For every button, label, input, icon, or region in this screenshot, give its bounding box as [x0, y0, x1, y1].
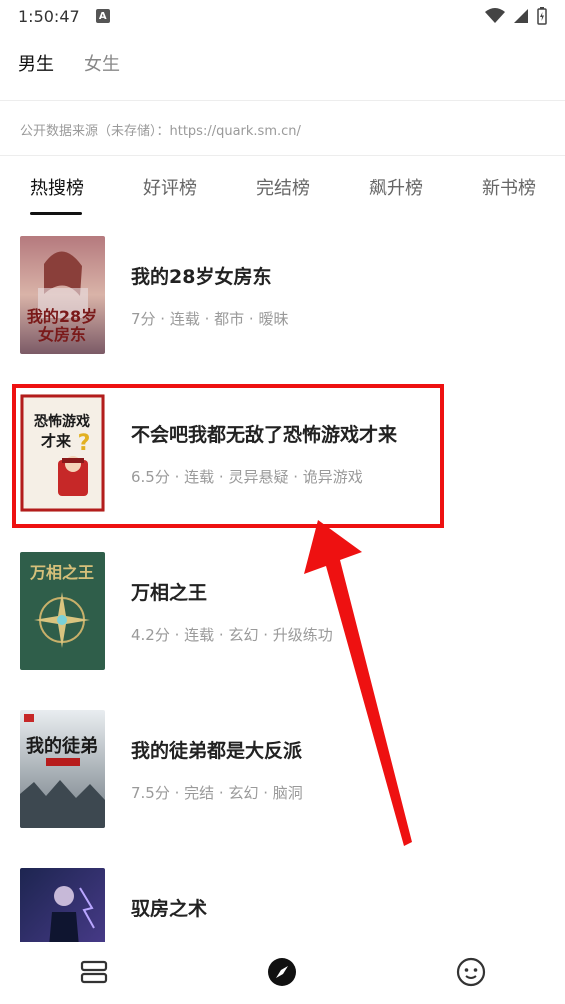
book-meta: 4.2分 · 连载 · 玄幻 · 升级练功: [131, 626, 333, 644]
tab-rising[interactable]: 飙升榜: [369, 174, 423, 200]
book-cover[interactable]: 我的徒弟: [20, 710, 105, 828]
wifi-icon: [485, 8, 505, 23]
book-item[interactable]: 我的徒弟 我的徒弟都是大反派 7.5分 · 完结 · 玄幻 · 脑洞: [0, 694, 565, 844]
book-item[interactable]: 我的28岁 女房东 我的28岁女房东 7分 · 连载 · 都市 · 暧昧: [0, 220, 565, 370]
book-cover[interactable]: 万相之王: [20, 552, 105, 670]
gender-tabs: 男生 女生: [18, 50, 120, 76]
book-cover[interactable]: 我的28岁 女房东: [20, 236, 105, 354]
highlight-box: [12, 384, 444, 528]
tab-top-rated[interactable]: 好评榜: [143, 174, 197, 200]
battery-icon: [537, 7, 547, 25]
active-tab-indicator: [30, 212, 82, 215]
compass-icon[interactable]: [266, 956, 298, 988]
book-title: 驭房之术: [131, 898, 208, 920]
tab-hot-search[interactable]: 热搜榜: [30, 174, 84, 200]
book-meta: 7分 · 连载 · 都市 · 暧昧: [131, 310, 289, 328]
book-meta: 7.5分 · 完结 · 玄幻 · 脑洞: [131, 784, 303, 802]
notification-a-icon: A: [95, 9, 110, 23]
tab-completed[interactable]: 完结榜: [256, 174, 310, 200]
source-note: 公开数据来源（未存储）：https://quark.sm.cn/: [20, 124, 301, 139]
book-title: 万相之王: [131, 582, 208, 604]
book-title: 我的徒弟都是大反派: [131, 740, 303, 762]
tab-male[interactable]: 男生: [18, 50, 54, 76]
status-time: 1:50:47: [18, 6, 80, 26]
book-item[interactable]: 万相之王 万相之王 4.2分 · 连载 · 玄幻 · 升级练功: [0, 536, 565, 686]
signal-icon: [514, 9, 528, 23]
svg-text:女房东: 女房东: [38, 325, 86, 344]
divider: [0, 100, 565, 101]
book-title: 我的28岁女房东: [131, 266, 272, 288]
ranking-tabs: 热搜榜 好评榜 完结榜 飙升榜 新书榜: [0, 170, 565, 216]
bottom-navigation: [0, 942, 565, 1004]
svg-text:我的28岁: 我的28岁: [27, 307, 97, 326]
divider: [0, 155, 565, 156]
status-bar: 1:50:47 A: [0, 0, 565, 32]
bookshelf-icon[interactable]: [78, 956, 110, 988]
tab-female[interactable]: 女生: [84, 50, 120, 76]
tab-new-books[interactable]: 新书榜: [482, 174, 536, 200]
svg-text:我的徒弟: 我的徒弟: [26, 735, 98, 757]
svg-text:万相之王: 万相之王: [29, 563, 94, 582]
smiley-icon[interactable]: [455, 956, 487, 988]
